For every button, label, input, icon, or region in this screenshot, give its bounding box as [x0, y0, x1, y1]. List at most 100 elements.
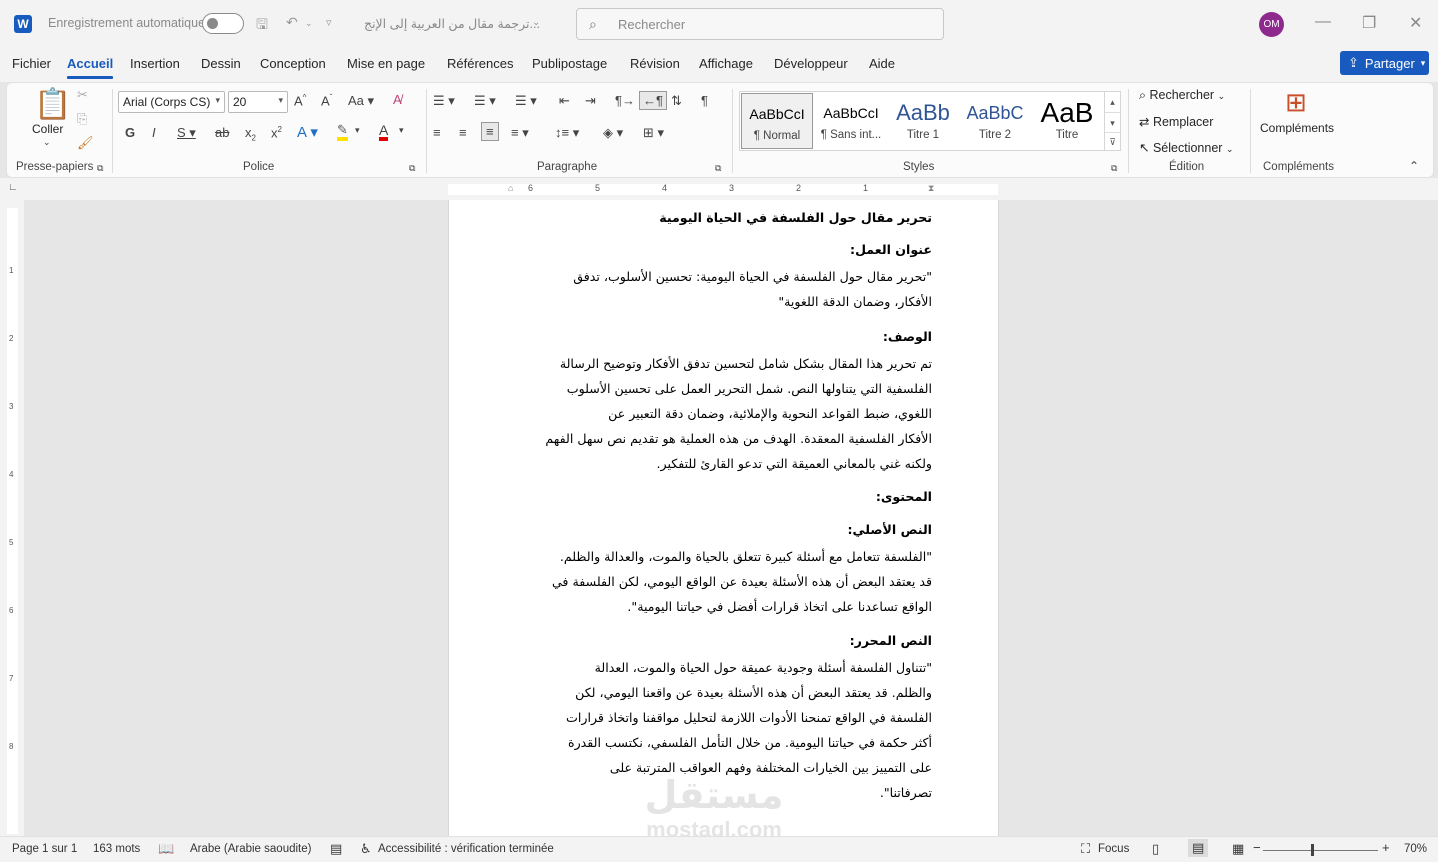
copy-icon[interactable]: ⎘ — [77, 111, 87, 127]
style-heading-2[interactable]: AaBbC Titre 2 — [959, 93, 1031, 149]
shrink-font-icon[interactable]: Aˇ — [321, 93, 332, 108]
paste-dropdown-icon[interactable]: ⌄ — [43, 137, 51, 148]
left-indent-marker[interactable]: ⌂ — [508, 183, 513, 193]
underline-icon[interactable]: S ▾ — [177, 125, 196, 141]
zoom-slider-thumb[interactable] — [1311, 844, 1314, 856]
tab-revision[interactable]: Révision — [630, 56, 680, 71]
cut-icon[interactable]: ✂ — [77, 87, 88, 103]
tab-publipostage[interactable]: Publipostage — [532, 56, 607, 71]
gallery-down-icon[interactable]: ▾ — [1105, 112, 1120, 132]
undo-icon[interactable]: ↶ — [286, 14, 298, 31]
bold-icon[interactable]: G — [125, 125, 135, 140]
styles-scroll[interactable]: ▴ ▾ ⊽ — [1105, 91, 1121, 151]
styles-launcher-icon[interactable]: ⧉ — [1111, 163, 1117, 174]
borders-icon[interactable]: ⊞ ▾ — [643, 125, 664, 141]
search-input[interactable]: ⌕ Rechercher — [576, 8, 944, 40]
text-effects-icon[interactable]: A ▾ — [297, 123, 318, 141]
font-launcher-icon[interactable]: ⧉ — [409, 163, 415, 174]
clipboard-launcher-icon[interactable]: ⧉ — [97, 163, 103, 174]
replace-button[interactable]: ⇄ Remplacer — [1139, 114, 1213, 129]
tab-fichier[interactable]: Fichier — [12, 56, 51, 71]
tab-accueil[interactable]: Accueil — [67, 56, 114, 79]
collapse-ribbon-icon[interactable]: ⌃ — [1409, 159, 1419, 173]
font-color-icon[interactable]: A — [379, 123, 389, 141]
focus-icon[interactable]: ⛶ — [1081, 841, 1090, 857]
decrease-indent-icon[interactable]: ⇤ — [559, 93, 570, 109]
web-layout-icon[interactable]: ▦ — [1232, 841, 1244, 857]
addins-icon[interactable]: ⊞ — [1285, 87, 1307, 118]
subscript-icon[interactable]: x2 — [245, 125, 256, 143]
italic-icon[interactable]: I — [152, 125, 156, 140]
print-layout-icon[interactable]: ▤ — [1188, 839, 1209, 857]
accessibility-icon[interactable]: ♿ — [360, 841, 372, 857]
find-button[interactable]: ⌕ Rechercher ⌄ — [1139, 88, 1225, 103]
rtl-direction-icon[interactable]: ←¶ — [639, 91, 667, 110]
font-size-combo[interactable]: 20 ▾ — [228, 91, 288, 113]
ltr-direction-icon[interactable]: ¶→ — [615, 93, 635, 108]
tab-mise-en-page[interactable]: Mise en page — [347, 56, 425, 71]
align-center-icon[interactable]: ≡ — [459, 125, 467, 140]
tab-affichage[interactable]: Affichage — [699, 56, 753, 71]
numbering-icon[interactable]: ☰ ▾ — [474, 93, 496, 109]
paste-label[interactable]: Coller — [32, 122, 63, 136]
tab-conception[interactable]: Conception — [260, 56, 326, 71]
save-icon[interactable]: 🖫 — [256, 14, 268, 38]
text-predictions-icon[interactable]: ▤ — [330, 841, 342, 857]
zoom-out-icon[interactable]: − — [1253, 840, 1261, 855]
gallery-more-icon[interactable]: ⊽ — [1105, 132, 1120, 150]
grow-font-icon[interactable]: A^ — [294, 93, 306, 108]
maximize-icon[interactable]: ❐ — [1362, 13, 1376, 33]
change-case-icon[interactable]: Aa ▾ — [348, 93, 374, 109]
line-spacing-icon[interactable]: ↕≡ ▾ — [555, 125, 579, 141]
avatar[interactable]: OM — [1259, 12, 1284, 37]
justify-icon[interactable]: ≡ ▾ — [511, 125, 529, 141]
customize-qat-icon[interactable]: ▿ — [326, 16, 332, 29]
close-icon[interactable]: ✕ — [1409, 13, 1422, 33]
style-no-spacing[interactable]: AaBbCcI ¶ Sans int... — [815, 93, 887, 149]
read-mode-icon[interactable]: ▯ — [1152, 841, 1159, 857]
gallery-up-icon[interactable]: ▴ — [1105, 92, 1120, 112]
focus-label[interactable]: Focus — [1098, 843, 1129, 855]
align-right-icon[interactable]: ≡ — [481, 122, 499, 141]
tab-selector-icon[interactable]: ∟ — [8, 182, 18, 193]
tab-developpeur[interactable]: Développeur — [774, 56, 848, 71]
zoom-level[interactable]: 70% — [1404, 843, 1427, 855]
word-count[interactable]: 163 mots — [93, 843, 140, 855]
chevron-down-icon[interactable]: ▾ — [355, 125, 360, 136]
multilevel-list-icon[interactable]: ☰ ▾ — [515, 93, 537, 109]
document-name[interactable]: ترجمة مقال من العربية إلى الإنج... — [364, 16, 540, 31]
select-button[interactable]: ↖ Sélectionner ⌄ — [1139, 140, 1233, 155]
strikethrough-icon[interactable]: ab — [215, 125, 229, 140]
doc-name-chevron-icon[interactable]: ⌄ — [532, 17, 540, 28]
tab-references[interactable]: Références — [447, 56, 513, 71]
minimize-icon[interactable]: — — [1315, 13, 1331, 31]
share-button[interactable]: ⇪ Partager ▾ — [1340, 51, 1429, 75]
chevron-down-icon[interactable]: ▾ — [399, 125, 404, 136]
right-indent-marker[interactable]: ⧗ — [928, 183, 934, 194]
zoom-in-icon[interactable]: + — [1382, 840, 1390, 855]
increase-indent-icon[interactable]: ⇥ — [585, 93, 596, 109]
accessibility-status[interactable]: Accessibilité : vérification terminée — [378, 843, 554, 855]
paragraph-launcher-icon[interactable]: ⧉ — [715, 163, 721, 174]
proofing-icon[interactable]: 📖 — [158, 841, 174, 857]
addins-label[interactable]: Compléments — [1260, 121, 1334, 135]
show-marks-icon[interactable]: ¶ — [701, 93, 708, 108]
bullets-icon[interactable]: ☰ ▾ — [433, 93, 455, 109]
highlight-color-icon[interactable]: ✎ — [337, 123, 348, 141]
undo-dropdown-icon[interactable]: ⌄ — [305, 18, 313, 29]
zoom-slider[interactable] — [1263, 850, 1378, 851]
shading-icon[interactable]: ◈ ▾ — [603, 125, 623, 141]
style-normal[interactable]: AaBbCcI ¶ Normal — [741, 93, 813, 149]
style-heading-1[interactable]: AaBb Titre 1 — [887, 93, 959, 149]
style-title[interactable]: AaB Titre — [1031, 93, 1103, 149]
superscript-icon[interactable]: x2 — [271, 125, 282, 140]
tab-aide[interactable]: Aide — [869, 56, 895, 71]
page-count[interactable]: Page 1 sur 1 — [12, 843, 77, 855]
format-painter-icon[interactable]: 🖌 — [77, 135, 94, 151]
tab-dessin[interactable]: Dessin — [201, 56, 241, 71]
document-page[interactable]: تحرير مقال حول الفلسفة في الحياة اليومية… — [448, 200, 999, 836]
tab-insertion[interactable]: Insertion — [130, 56, 180, 71]
align-left-icon[interactable]: ≡ — [433, 125, 441, 140]
sort-icon[interactable]: ⇅ — [671, 93, 682, 109]
autosave-toggle[interactable] — [202, 13, 244, 34]
